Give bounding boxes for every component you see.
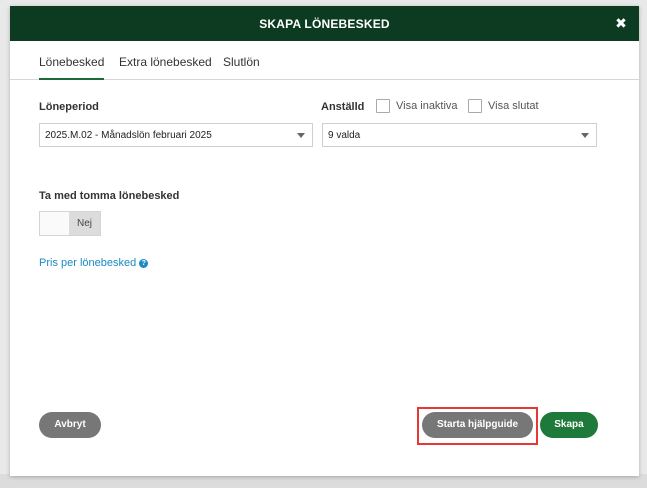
- page-backdrop: [0, 474, 647, 488]
- tab-lonebesked[interactable]: Lönebesked: [39, 41, 105, 80]
- pris-link-label: Pris per lönebesked: [39, 257, 137, 269]
- dialog-title: SKAPA LÖNEBESKED: [259, 16, 390, 31]
- cancel-button[interactable]: Avbryt: [39, 412, 101, 438]
- pris-per-lonebesked-link[interactable]: Pris per lönebesked ?: [39, 257, 149, 269]
- toggle-value: Nej: [69, 212, 100, 235]
- highlight-box: [417, 407, 538, 445]
- tab-extra-lonebesked[interactable]: Extra lönebesked: [119, 41, 212, 79]
- visa-slutat-checkbox[interactable]: Visa slutat: [468, 99, 539, 113]
- chevron-down-icon: [581, 133, 589, 138]
- checkbox-box[interactable]: [376, 99, 390, 113]
- create-payslip-dialog: SKAPA LÖNEBESKED ✖ Lönebesked Extra löne…: [10, 6, 639, 476]
- loneperiod-value: 2025.M.02 - Månadslön februari 2025: [45, 130, 212, 141]
- loneperiod-label: Löneperiod: [39, 101, 99, 113]
- loneperiod-select[interactable]: 2025.M.02 - Månadslön februari 2025: [39, 123, 313, 147]
- anstalld-value: 9 valda: [328, 130, 361, 141]
- toggle-knob: [40, 212, 71, 235]
- anstalld-label: Anställd: [321, 101, 365, 113]
- visa-inaktiva-label: Visa inaktiva: [396, 100, 458, 112]
- anstalld-select[interactable]: 9 valda: [322, 123, 597, 147]
- tab-bar: Lönebesked Extra lönebesked Slutlön: [10, 41, 639, 80]
- tomma-lonebesked-label: Ta med tomma lönebesked: [39, 190, 180, 202]
- close-icon[interactable]: ✖: [613, 15, 629, 31]
- create-button[interactable]: Skapa: [540, 412, 598, 438]
- tab-slutlon[interactable]: Slutlön: [223, 41, 260, 79]
- help-icon[interactable]: ?: [139, 258, 149, 268]
- visa-slutat-label: Visa slutat: [488, 100, 539, 112]
- dialog-header: SKAPA LÖNEBESKED ✖: [10, 6, 639, 41]
- tomma-lonebesked-toggle[interactable]: Nej: [39, 211, 101, 236]
- checkbox-box[interactable]: [468, 99, 482, 113]
- chevron-down-icon: [297, 133, 305, 138]
- visa-inaktiva-checkbox[interactable]: Visa inaktiva: [376, 99, 458, 113]
